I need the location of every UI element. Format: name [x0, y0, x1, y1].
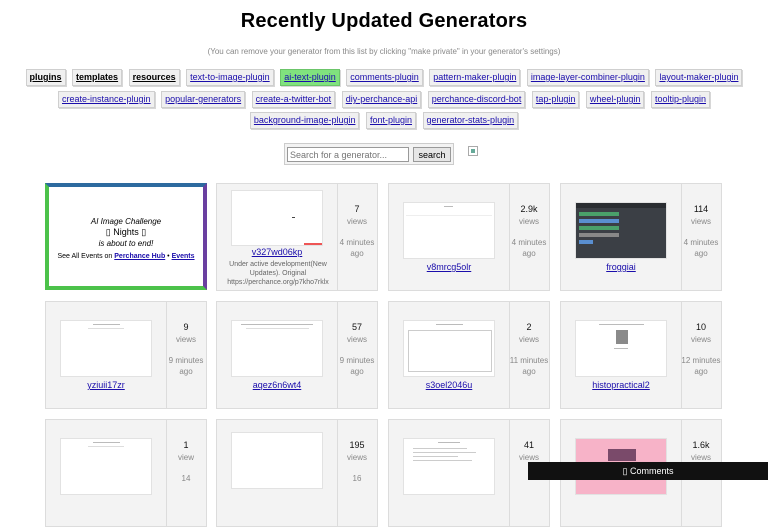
generator-thumbnail[interactable]	[231, 320, 323, 377]
page-title: Recently Updated Generators	[240, 10, 528, 32]
tag-templates[interactable]: templates	[72, 69, 123, 86]
generator-thumbnail[interactable]	[575, 202, 667, 259]
tag-create-instance-plugin[interactable]: create-instance-plugin	[58, 91, 155, 108]
generator-card[interactable]: v8mrcg5olr 2.9k views 4 minutes ago	[388, 183, 550, 291]
generator-description: Under active development(New Updates). O…	[227, 261, 329, 286]
tag-wheel-plugin[interactable]: wheel-plugin	[585, 91, 645, 108]
tag-plugins[interactable]: plugins	[25, 69, 66, 86]
generator-thumbnail[interactable]	[575, 320, 667, 377]
tag-ai-text-plugin[interactable]: ai-text-plugin	[280, 69, 340, 86]
tag-resources[interactable]: resources	[128, 69, 180, 86]
generator-card[interactable]: yziuii17zr 9 views 9 minutes ago	[45, 301, 207, 409]
generator-card[interactable]: 195 views 16	[216, 419, 378, 527]
generator-card[interactable]: froggiai 114 views 4 minutes ago	[560, 183, 722, 291]
search-form: search	[284, 143, 454, 165]
tag-comments-plugin[interactable]: comments-plugin	[346, 69, 423, 86]
tag-background-image-plugin[interactable]: background-image-plugin	[249, 112, 360, 129]
search-input[interactable]	[287, 147, 409, 162]
tag-row-3: background-image-plugin font-plugin gene…	[0, 112, 768, 129]
tag-row-1: plugins templates resources text-to-imag…	[0, 69, 768, 86]
perchance-hub-link[interactable]: Perchance Hub	[114, 253, 165, 260]
generator-card[interactable]: 1 view 14	[45, 419, 207, 527]
tag-layout-maker-plugin[interactable]: layout-maker-plugin	[655, 69, 743, 86]
generator-stats: 7 views 4 minutes ago	[339, 204, 375, 258]
generator-name-link[interactable]: v8mrcg5olr	[389, 262, 509, 272]
search-button[interactable]: search	[413, 147, 451, 162]
tag-diy-perchance-api[interactable]: diy-perchance-api	[341, 91, 422, 108]
generator-name-link[interactable]: froggiai	[561, 262, 681, 272]
generator-thumbnail[interactable]	[231, 190, 323, 246]
generator-card[interactable]: 41 views	[388, 419, 550, 527]
banner-line-4: See All Events on Perchance Hub • Events	[57, 253, 195, 260]
generator-thumbnail[interactable]	[60, 438, 152, 495]
generator-name-link[interactable]: v327wd06kp	[217, 247, 337, 257]
tag-row-2: create-instance-plugin popular-generator…	[0, 91, 768, 108]
tag-generator-stats-plugin[interactable]: generator-stats-plugin	[422, 112, 519, 129]
banner-line-2: ▯ Nights ▯	[105, 227, 147, 237]
generator-thumbnail[interactable]	[403, 320, 495, 377]
generator-thumbnail[interactable]	[60, 320, 152, 377]
tag-font-plugin[interactable]: font-plugin	[365, 112, 417, 129]
generator-stats: 10 views 12 minutes ago	[681, 322, 721, 376]
generator-name-link[interactable]: histopractical2	[561, 380, 681, 390]
banner-line-3: is about to end!	[98, 239, 154, 248]
generator-name-link[interactable]: yziuii17zr	[46, 380, 166, 390]
generator-name-link[interactable]: s3oel2046u	[389, 380, 509, 390]
tag-tap-plugin[interactable]: tap-plugin	[531, 91, 580, 108]
generator-stats: 195 views 16	[346, 440, 367, 483]
comments-toggle-button[interactable]: ▯ Comments	[528, 462, 768, 480]
generator-card[interactable]: aqez6n6wt4 57 views 9 minutes ago	[216, 301, 378, 409]
tag-image-layer-combiner-plugin[interactable]: image-layer-combiner-plugin	[526, 69, 649, 86]
tag-create-a-twitter-bot[interactable]: create-a-twitter-bot	[251, 91, 336, 108]
generator-stats: 2 views 11 minutes ago	[509, 322, 549, 376]
events-link[interactable]: Events	[172, 253, 195, 260]
tag-pattern-maker-plugin[interactable]: pattern-maker-plugin	[429, 69, 521, 86]
generator-stats: 2.9k views 4 minutes ago	[511, 204, 547, 258]
generator-thumbnail[interactable]	[403, 202, 495, 259]
ai-challenge-banner[interactable]: AI Image Challenge ▯ Nights ▯ is about t…	[45, 183, 207, 290]
tag-perchance-discord-bot[interactable]: perchance-discord-bot	[427, 91, 526, 108]
generator-thumbnail[interactable]	[231, 432, 323, 489]
generator-stats: 9 views 9 minutes ago	[168, 322, 204, 376]
generator-name-link[interactable]: aqez6n6wt4	[217, 380, 337, 390]
generator-thumbnail[interactable]	[403, 438, 495, 495]
generator-card[interactable]: histopractical2 10 views 12 minutes ago	[560, 301, 722, 409]
privacy-note: (You can remove your generator from this…	[207, 47, 561, 56]
generator-stats: 1 view 14	[177, 440, 194, 483]
generator-stats: 114 views 4 minutes ago	[683, 204, 719, 258]
tag-tooltip-plugin[interactable]: tooltip-plugin	[650, 91, 710, 108]
banner-line-1: AI Image Challenge	[90, 217, 162, 226]
tag-popular-generators[interactable]: popular-generators	[161, 91, 246, 108]
tag-text-to-image-plugin[interactable]: text-to-image-plugin	[186, 69, 274, 86]
generator-card[interactable]: s3oel2046u 2 views 11 minutes ago	[388, 301, 550, 409]
generator-card[interactable]: v327wd06kp Under active development(New …	[216, 183, 378, 291]
generator-stats: 57 views 9 minutes ago	[339, 322, 375, 376]
broken-image-icon	[468, 146, 478, 156]
